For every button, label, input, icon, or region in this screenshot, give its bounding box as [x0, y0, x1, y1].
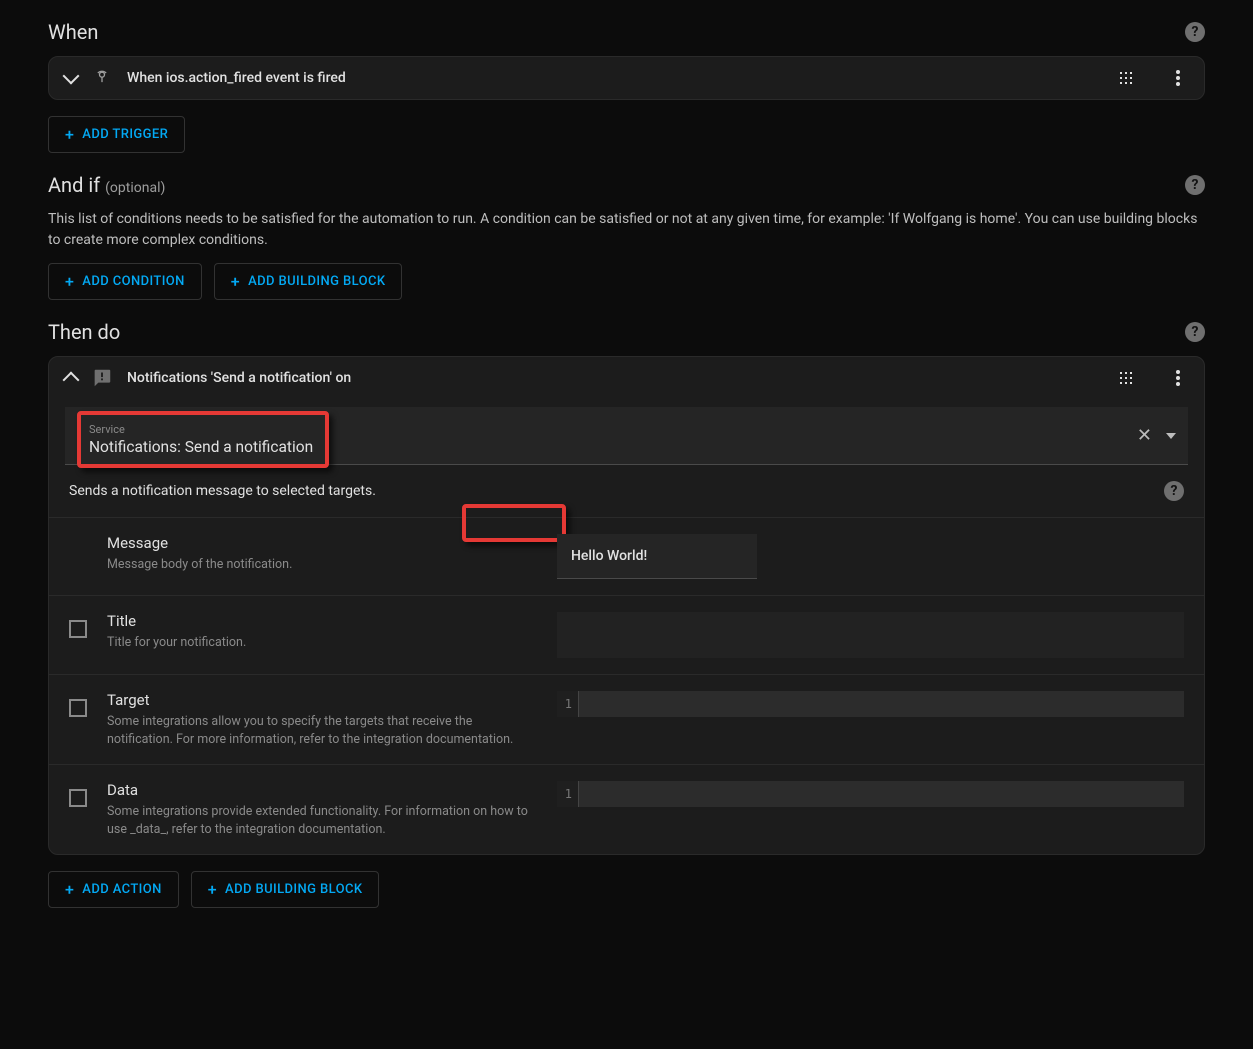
- field-label: Title: [107, 612, 537, 630]
- when-title: When: [48, 20, 98, 44]
- highlight-service: Service Notifications: Send a notificati…: [77, 411, 329, 468]
- field-help: Some integrations provide extended funct…: [107, 803, 537, 838]
- enable-title-checkbox[interactable]: [69, 620, 87, 638]
- data-code-editor[interactable]: 1: [557, 781, 1184, 807]
- field-data: Data Some integrations provide extended …: [49, 765, 1204, 854]
- add-building-block-label: ADD BUILDING BLOCK: [225, 882, 362, 897]
- service-value: Notifications: Send a notification: [89, 438, 313, 456]
- andif-description: This list of conditions needs to be sati…: [48, 209, 1205, 251]
- add-building-block-button[interactable]: + ADD BUILDING BLOCK: [191, 871, 380, 908]
- line-number: 1: [557, 781, 579, 807]
- title-input-disabled: [557, 612, 1184, 658]
- drag-handle-icon[interactable]: [1116, 68, 1136, 88]
- add-condition-button[interactable]: + ADD CONDITION: [48, 263, 202, 300]
- action-summary: Notifications 'Send a notification' on: [127, 370, 1102, 386]
- add-building-block-button[interactable]: + ADD BUILDING BLOCK: [214, 263, 403, 300]
- drag-handle-icon[interactable]: [1116, 368, 1136, 388]
- more-menu-icon[interactable]: [1168, 68, 1188, 88]
- field-help: Message body of the notification.: [107, 556, 537, 574]
- gesture-tap-icon: [91, 67, 113, 89]
- add-building-block-label: ADD BUILDING BLOCK: [248, 274, 385, 289]
- service-label: Service: [89, 423, 313, 436]
- andif-section: And if (optional) ? This list of conditi…: [48, 173, 1205, 300]
- chevron-up-icon[interactable]: [63, 372, 80, 389]
- trigger-summary: When ios.action_fired event is fired: [127, 70, 1102, 86]
- add-action-button[interactable]: + ADD ACTION: [48, 871, 179, 908]
- help-icon[interactable]: ?: [1164, 481, 1184, 501]
- add-trigger-label: ADD TRIGGER: [82, 127, 168, 142]
- help-icon[interactable]: ?: [1185, 322, 1205, 342]
- line-number: 1: [557, 691, 579, 717]
- field-label: Target: [107, 691, 537, 709]
- add-condition-label: ADD CONDITION: [82, 274, 184, 289]
- chevron-down-icon[interactable]: [63, 68, 80, 85]
- field-label: Data: [107, 781, 537, 799]
- highlight-message: [462, 504, 566, 542]
- message-alert-icon: [91, 367, 113, 389]
- andif-title: And if (optional): [48, 173, 165, 197]
- field-help: Some integrations allow you to specify t…: [107, 713, 537, 748]
- clear-icon[interactable]: ✕: [1137, 425, 1152, 446]
- field-message: Message Message body of the notification…: [49, 518, 1204, 596]
- help-icon[interactable]: ?: [1185, 22, 1205, 42]
- field-title: Title Title for your notification.: [49, 596, 1204, 675]
- thendo-section: Then do ? Notifications 'Send a notifica…: [48, 320, 1205, 908]
- when-section: When ? When ios.action_fired event is fi…: [48, 20, 1205, 153]
- service-description: Sends a notification message to selected…: [69, 483, 376, 499]
- dropdown-caret-icon[interactable]: [1166, 433, 1176, 439]
- field-target: Target Some integrations allow you to sp…: [49, 675, 1204, 765]
- thendo-title: Then do: [48, 320, 120, 344]
- action-card: Notifications 'Send a notification' on S…: [48, 356, 1205, 855]
- more-menu-icon[interactable]: [1168, 368, 1188, 388]
- add-trigger-button[interactable]: + ADD TRIGGER: [48, 116, 185, 153]
- add-action-label: ADD ACTION: [82, 882, 161, 897]
- trigger-card: When ios.action_fired event is fired: [48, 56, 1205, 100]
- help-icon[interactable]: ?: [1185, 175, 1205, 195]
- field-help: Title for your notification.: [107, 634, 537, 652]
- service-selector[interactable]: Service Notifications: Send a notificati…: [65, 407, 1188, 465]
- enable-data-checkbox[interactable]: [69, 789, 87, 807]
- message-input[interactable]: [557, 534, 757, 579]
- enable-target-checkbox[interactable]: [69, 699, 87, 717]
- target-code-editor[interactable]: 1: [557, 691, 1184, 717]
